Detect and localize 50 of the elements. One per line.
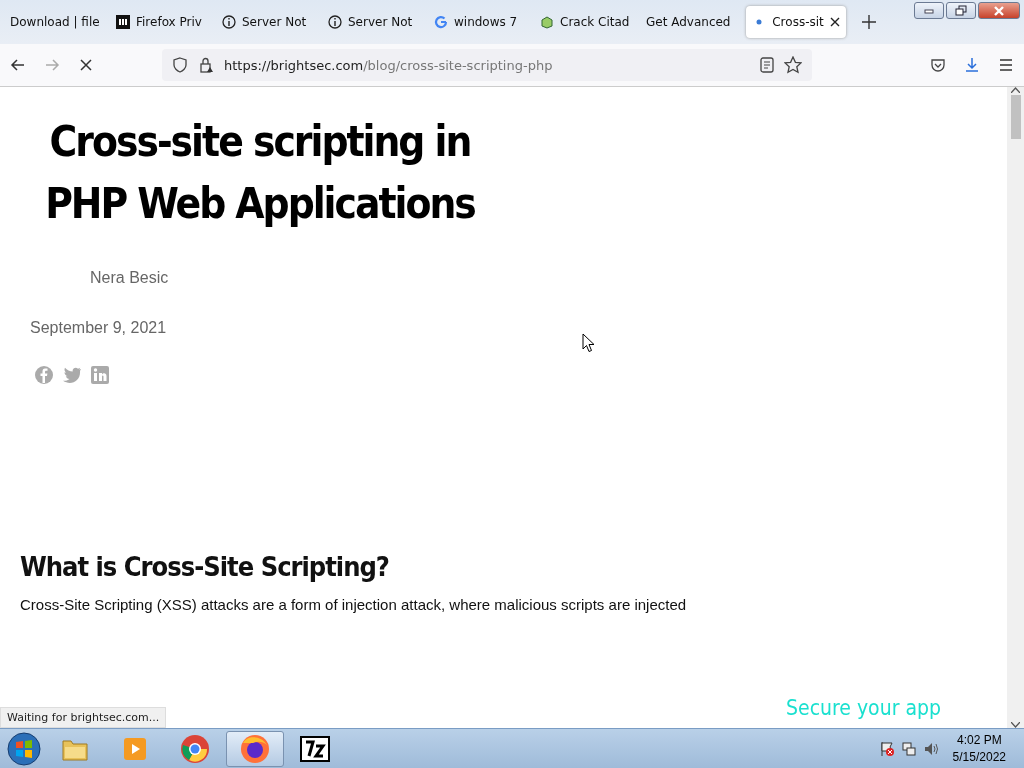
scroll-thumb[interactable]: [1010, 95, 1021, 139]
mouse-cursor-icon: [582, 333, 596, 353]
stop-icon[interactable]: [78, 57, 94, 73]
restore-button[interactable]: [946, 2, 976, 19]
scroll-down-icon[interactable]: [1011, 722, 1020, 728]
firefox-icon: [239, 732, 271, 765]
url-text: https://brightsec.com/blog/cross-site-scripting-php: [224, 57, 553, 73]
chrome-icon: [179, 732, 211, 765]
info-icon: [328, 15, 342, 29]
promo-text: Secure your app: [786, 696, 941, 720]
browser-tab[interactable]: Server Not: [216, 6, 314, 38]
status-bar: Waiting for brightsec.com...: [0, 707, 167, 728]
clock[interactable]: 4:02 PM 5/15/2022: [952, 731, 1006, 766]
address-bar[interactable]: https://brightsec.com/blog/cross-site-scripting-php: [162, 49, 812, 81]
close-button[interactable]: [978, 2, 1020, 19]
scroll-up-icon[interactable]: [1011, 87, 1020, 93]
browser-tab[interactable]: Firefox Priv: [110, 6, 208, 38]
reader-icon[interactable]: [760, 57, 774, 73]
browser-tab[interactable]: Crack Citad: [534, 6, 632, 38]
publish-date: September 9, 2021: [30, 319, 167, 337]
back-icon[interactable]: [10, 57, 26, 73]
google-icon: [434, 15, 448, 29]
flag-icon[interactable]: [878, 740, 895, 757]
browser-tab[interactable]: Server Not: [322, 6, 420, 38]
close-icon[interactable]: [830, 17, 840, 27]
restore-icon: [954, 4, 968, 17]
start-button[interactable]: [4, 730, 44, 767]
close-icon: [992, 4, 1006, 17]
network-icon[interactable]: [900, 740, 917, 757]
plus-icon: [862, 14, 876, 29]
scrollbar[interactable]: [1007, 87, 1024, 728]
browser-tab[interactable]: windows 7: [428, 6, 526, 38]
star-icon[interactable]: [784, 56, 802, 74]
author-link[interactable]: Nera Besic: [90, 269, 169, 287]
box-icon: [540, 15, 554, 29]
paragraph: Cross-Site Scripting (XSS) attacks are a form of injection attack, where malicious scripts are injected: [20, 596, 687, 613]
taskbar-button[interactable]: [226, 730, 284, 767]
section-heading: What is Cross-Site Scripting?: [20, 551, 389, 582]
info-icon: [222, 15, 236, 29]
pocket-icon[interactable]: [930, 57, 946, 73]
letter-m-icon: [116, 15, 130, 29]
lock-warning-icon: [198, 57, 214, 73]
download-icon[interactable]: [964, 57, 980, 73]
menu-icon[interactable]: [998, 57, 1014, 73]
browser-tab[interactable]: Download | file: [4, 6, 102, 38]
shield-icon: [172, 57, 188, 73]
browser-tab[interactable]: Get Advanced: [640, 6, 738, 38]
minimize-button[interactable]: [914, 2, 944, 19]
article-title: Cross-site scripting in PHP Web Applications: [44, 116, 476, 230]
browser-tab[interactable]: Cross-sit: [746, 6, 846, 38]
